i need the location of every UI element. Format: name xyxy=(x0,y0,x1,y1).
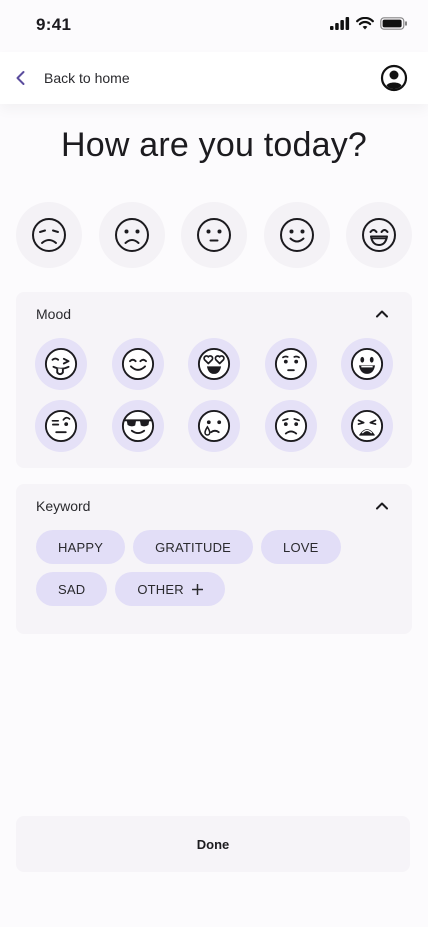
wifi-icon xyxy=(356,17,374,30)
neutral-face-icon xyxy=(197,218,231,252)
chip-other[interactable]: OTHER xyxy=(115,572,225,606)
plus-icon xyxy=(191,583,203,595)
crying-face-icon xyxy=(197,409,231,443)
sunglasses-face-icon xyxy=(121,409,154,443)
keyword-collapse-button[interactable] xyxy=(374,498,390,514)
chevron-up-icon xyxy=(376,310,388,318)
mood-option-crying[interactable] xyxy=(188,400,240,452)
chip-happy[interactable]: HAPPY xyxy=(36,530,126,564)
mood-option-skeptical[interactable] xyxy=(35,400,87,452)
chip-row: HAPPY GRATITUDE LOVE xyxy=(36,530,396,564)
worried-face-icon xyxy=(274,409,307,443)
mood-panel: Mood xyxy=(16,292,412,468)
status-icons xyxy=(330,17,408,30)
keyword-panel: Keyword HAPPY GRATITUDE LOVE SAD OTHER xyxy=(16,484,412,634)
emotion-option-tired[interactable] xyxy=(16,202,82,268)
chip-gratitude[interactable]: GRATITUDE xyxy=(133,530,254,564)
emotion-option-very-happy[interactable] xyxy=(346,202,412,268)
mood-option-love[interactable] xyxy=(188,338,240,390)
mood-option-surprised[interactable] xyxy=(264,338,317,390)
mood-option-worried[interactable] xyxy=(264,400,317,452)
mood-option-silly[interactable] xyxy=(35,338,87,390)
nav-bar: Back to home xyxy=(0,52,428,104)
mood-option-content[interactable] xyxy=(111,338,164,390)
mood-grid xyxy=(35,338,393,452)
weary-face-icon xyxy=(350,409,384,443)
grinning-face-icon xyxy=(362,218,396,252)
chevron-up-icon xyxy=(376,502,388,510)
big-smile-face-icon xyxy=(350,347,384,381)
smiling-face-icon xyxy=(279,218,314,252)
keyword-header: Keyword xyxy=(36,498,91,514)
back-label: Back to home xyxy=(44,70,130,86)
status-time: 9:41 xyxy=(36,15,72,34)
profile-icon xyxy=(380,64,408,92)
tired-face-icon xyxy=(32,218,66,252)
tongue-out-face-icon xyxy=(44,347,78,381)
hushed-face-icon xyxy=(274,347,307,381)
chevron-left-icon xyxy=(16,71,25,85)
done-button[interactable]: Done xyxy=(16,816,410,872)
mood-option-cool[interactable] xyxy=(111,400,164,452)
sad-face-icon xyxy=(114,218,149,252)
heart-eyes-face-icon xyxy=(197,347,231,381)
blushing-smile-face-icon xyxy=(121,347,154,381)
emotion-option-neutral[interactable] xyxy=(181,202,247,268)
page-title: How are you today? xyxy=(61,126,367,164)
back-button[interactable]: Back to home xyxy=(12,64,130,92)
emotion-scale xyxy=(16,202,412,268)
status-bar: 9:41 xyxy=(0,0,428,52)
keyword-chips: HAPPY GRATITUDE LOVE SAD OTHER xyxy=(36,530,396,614)
mood-option-excited[interactable] xyxy=(341,338,393,390)
chip-sad[interactable]: SAD xyxy=(36,572,108,606)
chip-love[interactable]: LOVE xyxy=(261,530,341,564)
chip-row: SAD OTHER xyxy=(36,572,396,606)
mood-collapse-button[interactable] xyxy=(374,306,390,322)
mood-option-weary[interactable] xyxy=(341,400,393,452)
battery-icon xyxy=(380,17,407,30)
raised-eyebrow-face-icon xyxy=(44,409,78,443)
emotion-option-happy[interactable] xyxy=(263,202,330,268)
emotion-option-sad[interactable] xyxy=(98,202,165,268)
mood-header: Mood xyxy=(36,306,72,322)
profile-button[interactable] xyxy=(380,64,408,92)
chip-other-label: OTHER xyxy=(137,581,184,597)
signal-icon xyxy=(330,17,350,30)
